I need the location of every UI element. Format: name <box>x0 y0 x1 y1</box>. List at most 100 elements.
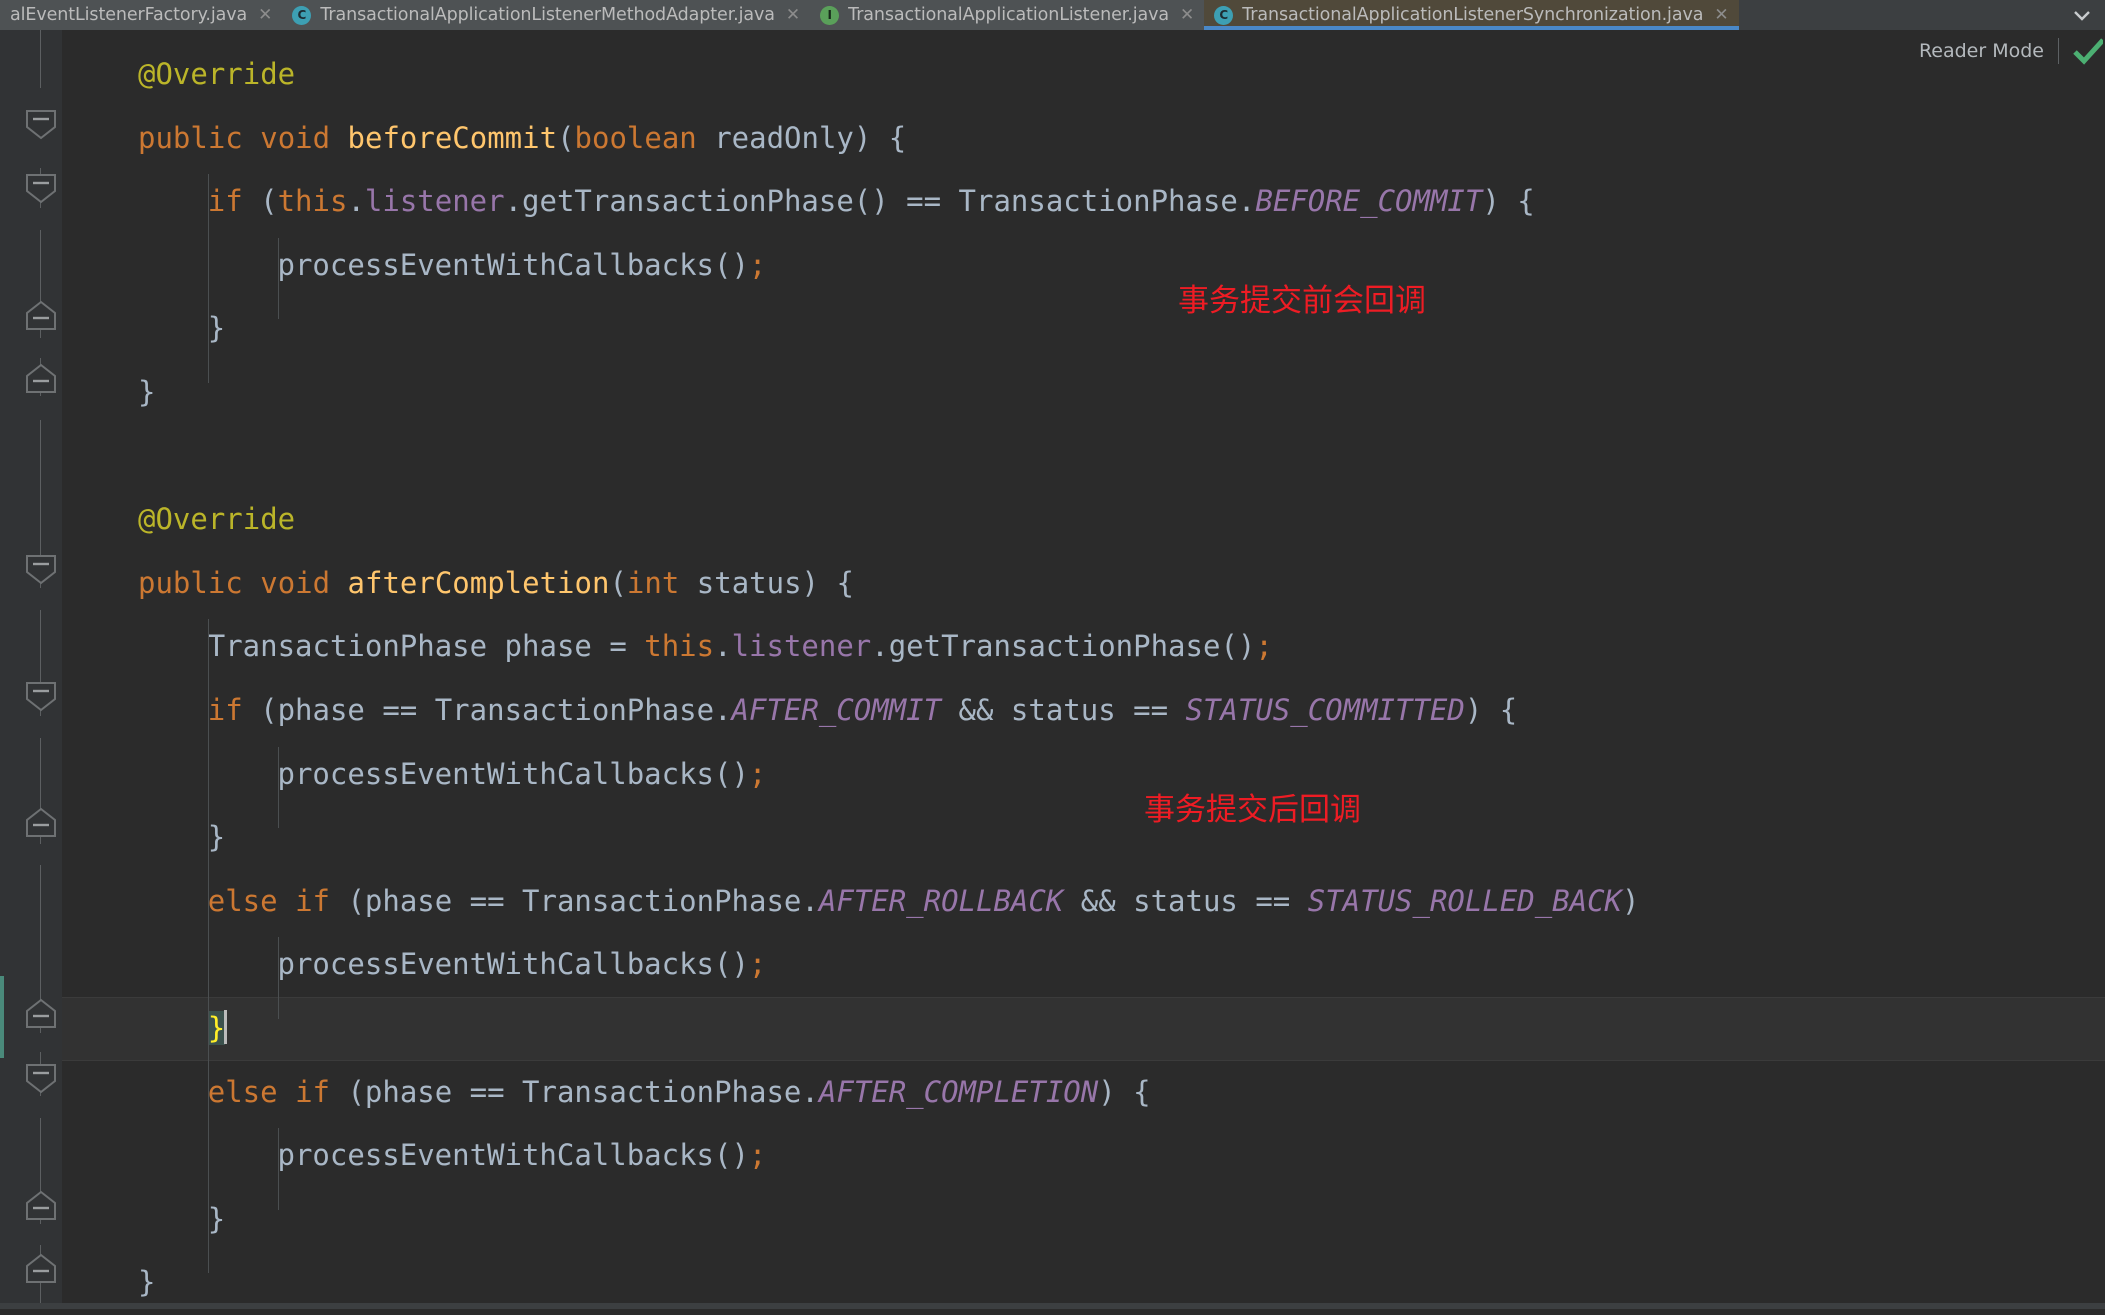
tab-overflow-button[interactable] <box>2059 0 2105 30</box>
code-token: if <box>295 1075 330 1109</box>
code-token: STATUS_COMMITTED <box>1186 693 1465 727</box>
indent-guide <box>278 238 279 320</box>
code-editor[interactable]: Reader Mode @Overridepublic void beforeC… <box>0 30 2105 1309</box>
code-line[interactable]: processEventWithCallbacks(); <box>0 743 2105 807</box>
code-token: } <box>208 820 225 854</box>
code-line-text: } <box>138 361 155 425</box>
code-line[interactable] <box>0 425 2105 489</box>
code-token: @Override <box>138 502 295 536</box>
indent-guide <box>278 937 279 1019</box>
code-token: .getTransactionPhase() == TransactionPha… <box>505 184 1256 218</box>
code-token: } <box>138 375 155 409</box>
code-line-text: TransactionPhase phase = this.listener.g… <box>208 615 1273 679</box>
indent-guide <box>208 619 209 1273</box>
code-token: beforeCommit <box>348 121 558 155</box>
code-line-text: if (phase == TransactionPhase.AFTER_COMM… <box>208 679 1518 743</box>
code-line-text: else if (phase == TransactionPhase.AFTER… <box>208 1061 1151 1125</box>
code-token: && status == <box>941 693 1185 727</box>
code-token: else <box>208 1075 278 1109</box>
code-line[interactable]: if (phase == TransactionPhase.AFTER_COMM… <box>0 679 2105 743</box>
code-token: STATUS_ROLLED_BACK <box>1308 884 1622 918</box>
code-line-text: processEventWithCallbacks(); <box>278 234 767 298</box>
tab-transactional-event-listener-factory[interactable]: alEventListenerFactory.java ✕ <box>0 0 282 30</box>
code-line[interactable]: public void afterCompletion(int status) … <box>0 552 2105 616</box>
code-token: listener <box>365 184 505 218</box>
code-line-text: @Override <box>138 488 295 552</box>
code-token: afterCompletion <box>348 566 610 600</box>
code-token: if <box>295 884 330 918</box>
tab-transactional-application-listener-synchronization[interactable]: C TransactionalApplicationListenerSynchr… <box>1204 0 1738 30</box>
code-line-text: @Override <box>138 43 295 107</box>
code-token: } <box>208 1011 225 1045</box>
code-line-text: processEventWithCallbacks(); <box>278 933 767 997</box>
editor-bottom-strip <box>0 1303 2105 1309</box>
code-token <box>243 121 260 155</box>
code-token: status) { <box>679 566 854 600</box>
indent-guide <box>278 747 279 829</box>
code-line[interactable]: else if (phase == TransactionPhase.AFTER… <box>0 870 2105 934</box>
close-icon[interactable]: ✕ <box>1180 7 1194 24</box>
code-token: if <box>208 184 243 218</box>
code-token: public <box>138 566 243 600</box>
code-line-text: processEventWithCallbacks(); <box>278 743 767 807</box>
code-line[interactable]: } <box>0 1188 2105 1252</box>
code-token: AFTER_COMPLETION <box>819 1075 1098 1109</box>
code-token: (phase == TransactionPhase. <box>330 884 819 918</box>
code-line[interactable]: @Override <box>0 43 2105 107</box>
code-token: public <box>138 121 243 155</box>
indent-guide <box>208 174 209 383</box>
code-token: readOnly) { <box>697 121 907 155</box>
code-token: processEventWithCallbacks() <box>278 757 749 791</box>
code-token: processEventWithCallbacks() <box>278 1138 749 1172</box>
code-line-text: } <box>208 1188 225 1252</box>
editor-tab-bar[interactable]: alEventListenerFactory.java ✕ C Transact… <box>0 0 2105 30</box>
code-line[interactable]: TransactionPhase phase = this.listener.g… <box>0 615 2105 679</box>
code-line[interactable]: } <box>0 297 2105 361</box>
code-token: (phase == TransactionPhase. <box>243 693 732 727</box>
code-line-text: } <box>208 297 225 361</box>
code-token: @Override <box>138 57 295 91</box>
code-token: this <box>278 184 348 218</box>
code-token: void <box>260 566 330 600</box>
code-line[interactable]: processEventWithCallbacks(); <box>0 933 2105 997</box>
code-line-text: public void beforeCommit(boolean readOnl… <box>138 107 906 171</box>
code-content[interactable]: @Overridepublic void beforeCommit(boolea… <box>0 30 2105 1309</box>
code-line-text: if (this.listener.getTransactionPhase() … <box>208 170 1535 234</box>
tab-label: TransactionalApplicationListenerMethodAd… <box>320 5 775 25</box>
code-line-text: processEventWithCallbacks(); <box>278 1124 767 1188</box>
code-token: ( <box>557 121 574 155</box>
code-line-text: public void afterCompletion(int status) … <box>138 552 854 616</box>
code-line-text: else if (phase == TransactionPhase.AFTER… <box>208 870 1640 934</box>
code-token <box>278 884 295 918</box>
code-line[interactable]: processEventWithCallbacks(); <box>0 234 2105 298</box>
code-line[interactable]: } <box>0 806 2105 870</box>
annotation-before-commit: 事务提交前会回调 <box>1178 275 1426 320</box>
code-token: . <box>714 629 731 663</box>
code-line[interactable]: processEventWithCallbacks(); <box>0 1124 2105 1188</box>
code-token: ; <box>749 1138 766 1172</box>
code-token <box>243 566 260 600</box>
code-token: else <box>208 884 278 918</box>
class-icon: C <box>1214 6 1233 25</box>
code-token <box>330 121 347 155</box>
code-line[interactable]: if (this.listener.getTransactionPhase() … <box>0 170 2105 234</box>
code-token: ; <box>749 947 766 981</box>
code-token: ; <box>1255 629 1272 663</box>
tab-transactional-application-listener-method-adapter[interactable]: C TransactionalApplicationListenerMethod… <box>282 0 810 30</box>
code-token: ) { <box>1482 184 1534 218</box>
code-line[interactable]: public void beforeCommit(boolean readOnl… <box>0 107 2105 171</box>
close-icon[interactable]: ✕ <box>1714 7 1728 24</box>
code-line[interactable]: else if (phase == TransactionPhase.AFTER… <box>0 1061 2105 1125</box>
code-token: TransactionPhase phase = <box>208 629 645 663</box>
tab-transactional-application-listener[interactable]: I TransactionalApplicationListener.java … <box>810 0 1204 30</box>
code-line[interactable]: @Override <box>0 488 2105 552</box>
close-icon[interactable]: ✕ <box>258 7 272 24</box>
code-line[interactable]: } <box>0 361 2105 425</box>
code-token: int <box>627 566 679 600</box>
code-token: ( <box>609 566 626 600</box>
code-token: boolean <box>575 121 697 155</box>
close-icon[interactable]: ✕ <box>786 7 800 24</box>
code-token: && status == <box>1063 884 1307 918</box>
text-caret <box>224 1010 227 1044</box>
code-line[interactable]: } <box>0 997 2105 1061</box>
